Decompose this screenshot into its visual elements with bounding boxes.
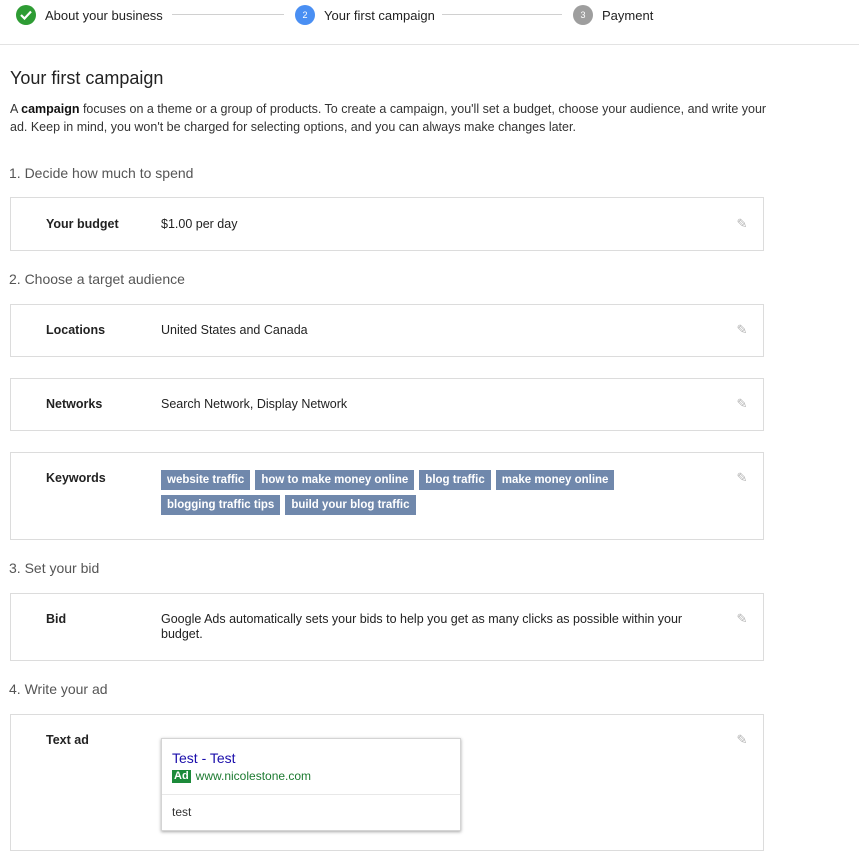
pencil-icon[interactable]: ✎ <box>735 612 749 626</box>
keyword-chip: blogging traffic tips <box>161 495 281 515</box>
keyword-chip: blog traffic <box>419 470 491 490</box>
step-number: 2 <box>295 5 315 25</box>
keyword-list: website traffic how to make money online… <box>161 470 621 520</box>
pencil-icon[interactable]: ✎ <box>735 217 749 231</box>
locations-card[interactable]: Locations United States and Canada ✎ <box>10 304 764 357</box>
bid-card[interactable]: Bid Google Ads automatically sets your b… <box>10 593 764 661</box>
locations-label: Locations <box>46 323 106 337</box>
section-heading-spend: 1. Decide how much to spend <box>9 165 194 181</box>
bid-value: Google Ads automatically sets your bids … <box>161 612 683 641</box>
keywords-label: Keywords <box>46 471 106 485</box>
ad-display-url: www.nicolestone.com <box>195 769 312 783</box>
intro-bold: campaign <box>21 102 80 116</box>
text-ad-label: Text ad <box>46 733 89 747</box>
intro-post: focuses on a theme or a group of product… <box>10 102 767 134</box>
pencil-icon[interactable]: ✎ <box>735 471 749 485</box>
ad-divider <box>162 794 460 795</box>
step-about-business[interactable]: About your business <box>16 4 163 26</box>
budget-value: $1.00 per day <box>161 217 238 231</box>
page-title: Your first campaign <box>10 68 164 88</box>
step-payment[interactable]: 3 Payment <box>573 4 653 26</box>
step-connector <box>172 14 284 15</box>
step-label: Your first campaign <box>324 7 435 23</box>
keywords-card[interactable]: Keywords website traffic how to make mon… <box>10 452 764 540</box>
pencil-icon[interactable]: ✎ <box>735 323 749 337</box>
keyword-chip: build your blog traffic <box>285 495 416 515</box>
pencil-icon[interactable]: ✎ <box>735 733 749 747</box>
step-label: About your business <box>45 7 163 23</box>
step-label: Payment <box>602 7 654 23</box>
pencil-icon[interactable]: ✎ <box>735 397 749 411</box>
networks-label: Networks <box>46 397 103 411</box>
locations-value: United States and Canada <box>161 323 308 337</box>
intro-text: A campaign focuses on a theme or a group… <box>10 100 770 136</box>
section-heading-bid: 3. Set your bid <box>9 560 100 576</box>
keyword-chip: how to make money online <box>255 470 415 490</box>
bid-label: Bid <box>46 612 67 626</box>
ad-headline[interactable]: Test - Test <box>172 750 236 766</box>
networks-card[interactable]: Networks Search Network, Display Network… <box>10 378 764 431</box>
ad-preview: Test - Test Ad www.nicolestone.com test <box>161 738 461 831</box>
ad-badge: Ad <box>172 769 191 783</box>
ad-description: test <box>172 805 192 819</box>
intro-pre: A <box>10 102 22 116</box>
networks-value: Search Network, Display Network <box>161 397 348 411</box>
budget-card[interactable]: Your budget $1.00 per day ✎ <box>10 197 764 251</box>
budget-label: Your budget <box>46 217 119 231</box>
text-ad-card[interactable]: Text ad Test - Test Ad www.nicolestone.c… <box>10 714 764 851</box>
section-heading-ad: 4. Write your ad <box>9 681 108 697</box>
ad-url-row: Ad www.nicolestone.com <box>172 769 311 783</box>
keyword-chip: website traffic <box>161 470 251 490</box>
step-connector <box>442 14 562 15</box>
step-first-campaign[interactable]: 2 Your first campaign <box>295 4 435 26</box>
step-number: 3 <box>573 5 593 25</box>
checkmark-icon <box>16 5 36 25</box>
progress-stepper: About your business 2 Your first campaig… <box>0 0 859 45</box>
keyword-chip: make money online <box>495 470 615 490</box>
section-heading-audience: 2. Choose a target audience <box>9 271 185 287</box>
